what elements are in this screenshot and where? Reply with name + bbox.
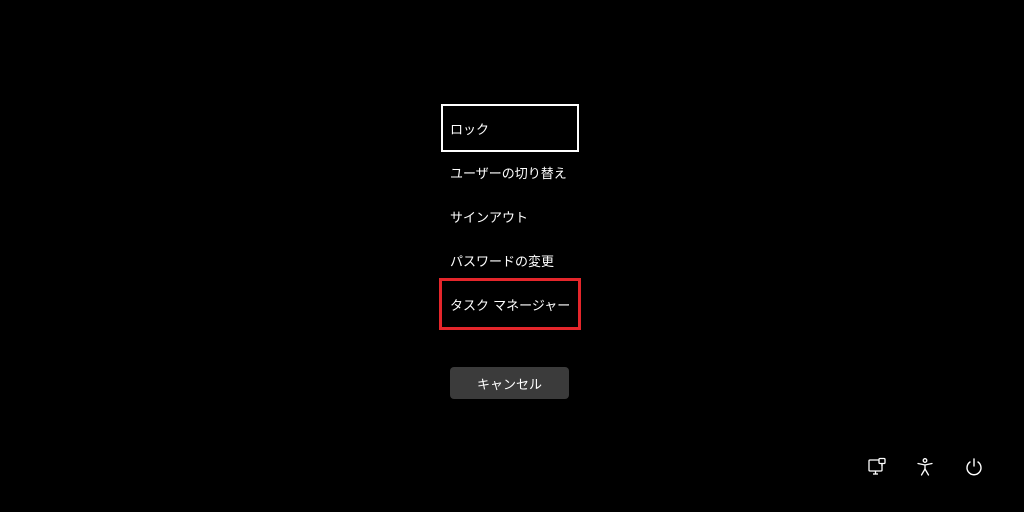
cancel-button-label: キャンセル [476,377,542,393]
menu-item-switch-user[interactable]: ユーザーの切り替え [443,150,577,194]
menu-item-sign-out[interactable]: サインアウト [443,194,577,238]
menu-item-change-password[interactable]: パスワードの変更 [443,238,577,282]
menu-item-label: ユーザーの切り替え [450,166,567,182]
menu-item-task-manager[interactable]: タスク マネージャー [439,278,581,330]
menu-item-label: サインアウト [450,210,529,226]
security-options-screen: ロック ユーザーの切り替え サインアウト パスワードの変更 タスク マネージャー… [0,0,1024,512]
menu-item-label: ロック [450,122,490,138]
cancel-button[interactable]: キャンセル [450,367,569,399]
security-options-menu: ロック ユーザーの切り替え サインアウト パスワードの変更 タスク マネージャー [439,104,581,330]
accessibility-icon[interactable] [914,456,936,478]
menu-item-label: タスク マネージャー [450,298,571,314]
menu-item-lock[interactable]: ロック [441,104,579,152]
menu-item-label: パスワードの変更 [450,254,555,270]
power-icon[interactable] [963,456,985,478]
network-icon[interactable] [866,456,888,478]
